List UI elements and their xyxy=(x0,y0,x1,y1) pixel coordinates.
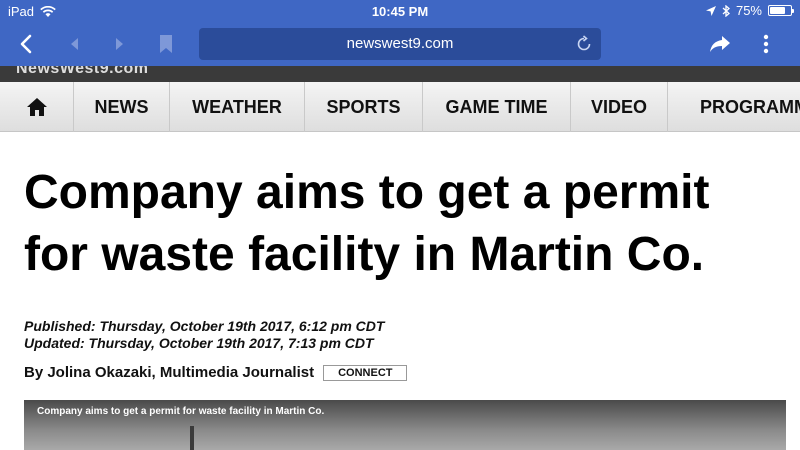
status-right: 75% xyxy=(705,3,794,18)
home-icon xyxy=(26,98,47,116)
main-nav: NEWS WEATHER SPORTS GAME TIME VIDEO PROG… xyxy=(0,82,800,132)
status-time: 10:45 PM xyxy=(371,4,429,19)
video-caption: Company aims to get a permit for waste f… xyxy=(37,406,325,417)
battery-fill xyxy=(770,7,785,14)
menu-button[interactable] xyxy=(752,30,780,58)
back-button[interactable] xyxy=(12,30,40,58)
bookmark-button[interactable] xyxy=(152,30,180,58)
nav-item-weather[interactable]: WEATHER xyxy=(170,82,305,132)
tab-back-button[interactable] xyxy=(60,30,88,58)
published-date: Published: Thursday, October 19th 2017, … xyxy=(24,318,385,334)
bookmark-icon xyxy=(160,35,172,53)
triangle-left-icon xyxy=(71,38,78,50)
nav-item-video[interactable]: VIDEO xyxy=(571,82,668,132)
bluetooth-icon xyxy=(722,4,730,17)
nav-item-news[interactable]: NEWS xyxy=(74,82,170,132)
site-logo[interactable]: NewsWest9.com xyxy=(16,66,148,78)
updated-date: Updated: Thursday, October 19th 2017, 7:… xyxy=(24,335,374,351)
nav-item-programming[interactable]: PROGRAMM xyxy=(668,82,800,132)
author-name[interactable]: By Jolina Okazaki, Multimedia Journalist xyxy=(24,364,314,381)
status-bar: iPad 10:45 PM 75% xyxy=(0,0,800,22)
site-header: NewsWest9.com xyxy=(0,66,800,82)
reload-icon[interactable] xyxy=(575,35,593,53)
share-button[interactable] xyxy=(706,30,734,58)
url-text: newswest9.com xyxy=(346,35,454,52)
chevron-left-icon xyxy=(20,34,32,54)
forward-button[interactable] xyxy=(106,30,134,58)
triangle-right-icon xyxy=(116,38,123,50)
connect-button[interactable]: CONNECT xyxy=(323,364,408,381)
nav-item-sports[interactable]: SPORTS xyxy=(305,82,423,132)
share-arrow-icon xyxy=(710,36,730,52)
location-arrow-icon xyxy=(705,5,716,16)
article-headline: Company aims to get a permit for waste f… xyxy=(24,166,710,281)
article-dates: Published: Thursday, October 19th 2017, … xyxy=(24,318,384,352)
battery-icon xyxy=(768,5,794,16)
video-frame-detail xyxy=(190,426,194,450)
url-bar[interactable]: newswest9.com xyxy=(199,28,601,60)
battery-percent: 75% xyxy=(735,3,762,18)
byline: By Jolina Okazaki, Multimedia Journalist… xyxy=(24,364,408,381)
article-video[interactable]: Company aims to get a permit for waste f… xyxy=(24,400,786,450)
nav-item-game-time[interactable]: GAME TIME xyxy=(423,82,571,132)
nav-home[interactable] xyxy=(0,82,74,132)
browser-toolbar: newswest9.com xyxy=(0,22,800,66)
more-vertical-icon xyxy=(763,34,769,54)
